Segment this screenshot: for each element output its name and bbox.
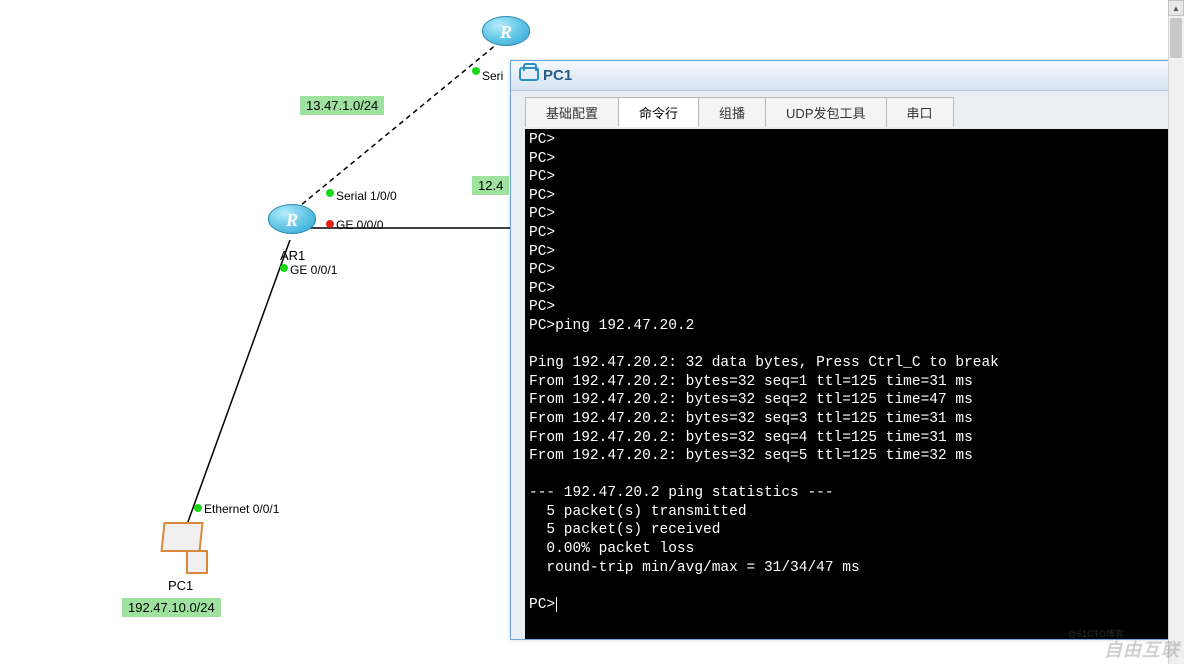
interface-label-eth001: Ethernet 0/0/1: [204, 502, 279, 516]
terminal-output[interactable]: PC> PC> PC> PC> PC> PC> PC> PC> PC> PC> …: [525, 129, 1184, 639]
window-titlebar[interactable]: PC1: [511, 61, 1184, 91]
pc1-icon[interactable]: [156, 520, 212, 576]
device-label-ar1: AR1: [280, 248, 305, 263]
router-top-icon[interactable]: R: [482, 16, 530, 54]
router-ar1-letter: R: [269, 210, 315, 231]
port-status-dot: [194, 504, 202, 512]
scrollbar-track[interactable]: ▲: [1168, 0, 1184, 664]
tab-serial[interactable]: 串口: [886, 97, 954, 127]
pc1-terminal-window[interactable]: PC1 基础配置 命令行 组播 UDP发包工具 串口 PC> PC> PC> P…: [510, 60, 1184, 640]
window-title: PC1: [543, 67, 572, 84]
tab-udp-tool[interactable]: UDP发包工具: [765, 97, 886, 127]
scroll-up-button[interactable]: ▲: [1168, 0, 1184, 16]
port-status-dot: [326, 189, 334, 197]
app-logo-icon: [519, 67, 537, 85]
device-label-pc1: PC1: [168, 578, 193, 593]
subnet-label-1: 13.47.1.0/24: [300, 96, 384, 115]
interface-label-serial100: Serial 1/0/0: [336, 189, 397, 203]
interface-label-ge000: GE 0/0/0: [336, 218, 383, 232]
watermark: 自由互联: [1104, 636, 1180, 662]
port-status-dot: [280, 264, 288, 272]
terminal-text: PC> PC> PC> PC> PC> PC> PC> PC> PC> PC> …: [529, 132, 999, 613]
interface-label-serial-top: Seri: [482, 69, 503, 83]
port-status-dot-down: [326, 220, 334, 228]
interface-label-ge001: GE 0/0/1: [290, 263, 337, 277]
router-ar1-icon[interactable]: R: [268, 204, 316, 242]
port-status-dot: [472, 67, 480, 75]
cursor-icon: [556, 597, 557, 612]
tab-basic-config[interactable]: 基础配置: [525, 97, 619, 127]
tab-multicast[interactable]: 组播: [698, 97, 766, 127]
tab-cli[interactable]: 命令行: [618, 97, 699, 127]
tab-bar: 基础配置 命令行 组播 UDP发包工具 串口: [511, 91, 1184, 127]
subnet-label-3: 192.47.10.0/24: [122, 598, 221, 617]
subnet-label-2: 12.4: [472, 176, 509, 195]
scrollbar-thumb[interactable]: [1170, 18, 1182, 58]
router-top-letter: R: [483, 22, 529, 43]
